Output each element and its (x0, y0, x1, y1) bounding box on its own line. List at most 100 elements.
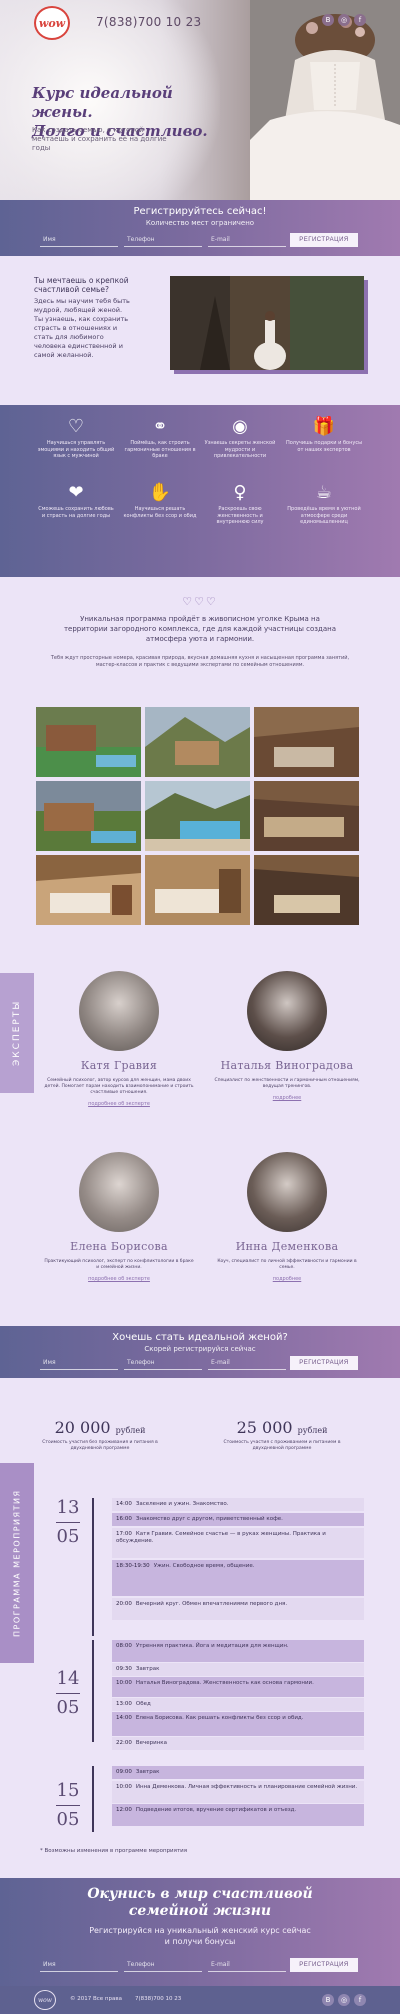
program-row: 14:00 Елена Борисова. Как решать конфликт… (112, 1712, 364, 1736)
program-row: 16:00 Знакомство друг с другом, приветств… (112, 1513, 364, 1526)
program-row: 17:00 Катя Гравия. Семейное счастье — в р… (112, 1528, 364, 1558)
feature-item: ⚭ Поймёшь, как строить гармоничные отнош… (120, 417, 200, 460)
email-field[interactable]: E-mail (208, 1356, 286, 1370)
final-text: Регистрируйся на уникальный женский курс… (89, 1926, 311, 1946)
program-row: 09:30 Завтрак (112, 1663, 364, 1676)
logo[interactable]: wow (34, 6, 70, 40)
program-row: 10:00 Наталья Виноградова. Женственность … (112, 1677, 364, 1697)
expert-avatar (247, 1152, 327, 1232)
gift-icon: 🎁 (312, 416, 336, 437)
expert-link[interactable]: подробнее (212, 1276, 362, 1282)
instagram-icon[interactable]: ◎ (338, 1994, 350, 2006)
instagram-icon[interactable]: ◎ (338, 14, 350, 26)
expert-link[interactable]: подробнее об эксперте (44, 1101, 194, 1107)
program-date: 13 05 (56, 1497, 80, 1547)
vk-icon[interactable]: В (322, 14, 334, 26)
footer: wow © 2017 Все права 7(838)700 10 23 В ◎… (0, 1986, 400, 2014)
final-cta-section: Окунись в мир счастливой семейной жизни Р… (0, 1878, 400, 1986)
feature-item: ✋ Научишься решать конфликты без ссор и … (120, 483, 200, 519)
register-button[interactable]: РЕГИСТРАЦИЯ (290, 1356, 358, 1370)
expert-card: Инна Деменкова Коуч, специалист по лично… (212, 1152, 362, 1282)
price-amount: 25 000 рублей (236, 1418, 328, 1437)
expert-avatar (79, 1152, 159, 1232)
program-row: 22:00 Вечеринка (112, 1737, 364, 1750)
footer-logo[interactable]: wow (34, 1990, 56, 2010)
expert-card: Наталья Виноградова Специалист по женств… (212, 971, 362, 1101)
program-row: 13:00 Обед (112, 1698, 364, 1711)
feature-item: ◉ Узнаешь секреты женской мудрости и при… (200, 417, 280, 460)
price-note: Стоимость участия с проживанием и питани… (223, 1440, 341, 1451)
name-field[interactable]: Имя (40, 1356, 118, 1370)
vk-icon[interactable]: В (322, 1994, 334, 2006)
gallery-photo[interactable] (145, 781, 250, 851)
expert-name: Наталья Виноградова (220, 1059, 354, 1072)
expert-link[interactable]: подробнее об эксперте (44, 1276, 194, 1282)
gallery-photo[interactable] (254, 855, 359, 925)
intro-photo (170, 276, 364, 370)
woman-icon: ♀ (233, 482, 247, 503)
expert-avatar (247, 971, 327, 1051)
form-title: Хочешь стать идеальной женой? (112, 1332, 288, 1343)
intro-heading: Ты мечтаешь о крепкой счастливой семье? (34, 276, 129, 294)
program-date: 15 05 (56, 1780, 80, 1830)
facebook-icon[interactable]: f (354, 1994, 366, 2006)
program-tab: ПРОГРАММА МЕРОПРИЯТИЯ (0, 1463, 34, 1663)
facebook-icon[interactable]: f (354, 14, 366, 26)
feature-item: ☕ Проведёшь время в уютной атмосфере сре… (284, 483, 364, 526)
program-date: 14 05 (56, 1668, 80, 1718)
about-text: Уникальная программа пройдёт в живописно… (63, 615, 336, 643)
program-row: 14:00 Заселение и ужин. Знакомство. (112, 1498, 364, 1511)
hearts-divider: ♡♡♡ (182, 595, 218, 608)
expert-link[interactable]: подробнее (212, 1095, 362, 1101)
photo-gallery (36, 707, 364, 925)
experts-tab: ЭКСПЕРТЫ (0, 973, 34, 1093)
register-button[interactable]: РЕГИСТРАЦИЯ (290, 233, 358, 247)
gallery-photo[interactable] (254, 707, 359, 777)
gallery-photo[interactable] (36, 855, 141, 925)
program-row: 20:00 Вечерний круг. Обмен впечатлениями … (112, 1598, 364, 1620)
feature-item: ❤ Сможешь сохранить любовь и страсть на … (36, 483, 116, 519)
expert-avatar (79, 971, 159, 1051)
hero-bride-image (250, 0, 400, 200)
register-button[interactable]: РЕГИСТРАЦИЯ (290, 1958, 358, 1972)
expert-description: Коуч, специалист по личной эффективности… (217, 1259, 357, 1270)
rings-icon: ⚭ (152, 416, 168, 437)
name-field[interactable]: Имя (40, 233, 118, 247)
form-subtitle: Количество мест ограничено (145, 219, 255, 227)
phone-field[interactable]: Телефон (124, 1958, 202, 1972)
gallery-photo[interactable] (36, 707, 141, 777)
feature-item: ♀ Раскроешь свою женственность и внутрен… (200, 483, 280, 526)
eye-icon: ◉ (232, 416, 248, 437)
registration-form-top: Регистрируйтесь сейчас! Количество мест … (0, 200, 400, 256)
gallery-photo[interactable] (36, 781, 141, 851)
hero-subtitle: Как создать семью, о которой мечтаешь и … (32, 126, 167, 152)
program-row: 09:00 Завтрак (112, 1766, 364, 1779)
price-note: Стоимость участия без проживания и питан… (42, 1440, 158, 1451)
phone-field[interactable]: Телефон (124, 1356, 202, 1370)
gallery-photo[interactable] (254, 781, 359, 851)
program-row: 08:00 Утренняя практика. Йога и медитация… (112, 1640, 364, 1662)
hand-heart-icon: ❤ (68, 482, 84, 503)
about-details: Тебя ждут просторные номера, красивая пр… (50, 655, 350, 668)
registration-form-mid: Хочешь стать идеальной женой? Скорей рег… (0, 1326, 400, 1378)
price-amount: 20 000 рублей (54, 1418, 146, 1437)
email-field[interactable]: E-mail (208, 1958, 286, 1972)
gallery-photo[interactable] (145, 855, 250, 925)
program-row: 12:00 Подведение итогов, вручение сертифи… (112, 1804, 364, 1826)
handshake-icon: ✋ (148, 482, 172, 503)
gallery-photo[interactable] (145, 707, 250, 777)
form-subtitle: Скорей регистрируйся сейчас (144, 1345, 256, 1353)
intro-text: Ты мечтаешь о крепкой счастливой семье? … (34, 276, 130, 359)
feature-item: 🎁 Получишь подарки и бонусы от наших экс… (285, 416, 363, 453)
price-option: 20 000 рублей Стоимость участия без прож… (40, 1418, 160, 1452)
final-title: Окунись в мир счастливой семейной жизни (87, 1886, 313, 1919)
phone-field[interactable]: Телефон (124, 233, 202, 247)
header-phone[interactable]: 7(838)700 10 23 (96, 15, 201, 29)
email-field[interactable]: E-mail (208, 233, 286, 247)
feature-item: ♡ Научишься управлять эмоциями и находит… (37, 416, 115, 460)
footer-phone[interactable]: 7(838)700 10 23 (135, 1996, 181, 2002)
hero-section: wow 7(838)700 10 23 В ◎ f Курс идеальной… (0, 0, 400, 200)
name-field[interactable]: Имя (40, 1958, 118, 1972)
form-title: Регистрируйтесь сейчас! (133, 206, 267, 217)
program-row: 10:00 Инна Деменкова. Личная эффективност… (112, 1781, 364, 1803)
